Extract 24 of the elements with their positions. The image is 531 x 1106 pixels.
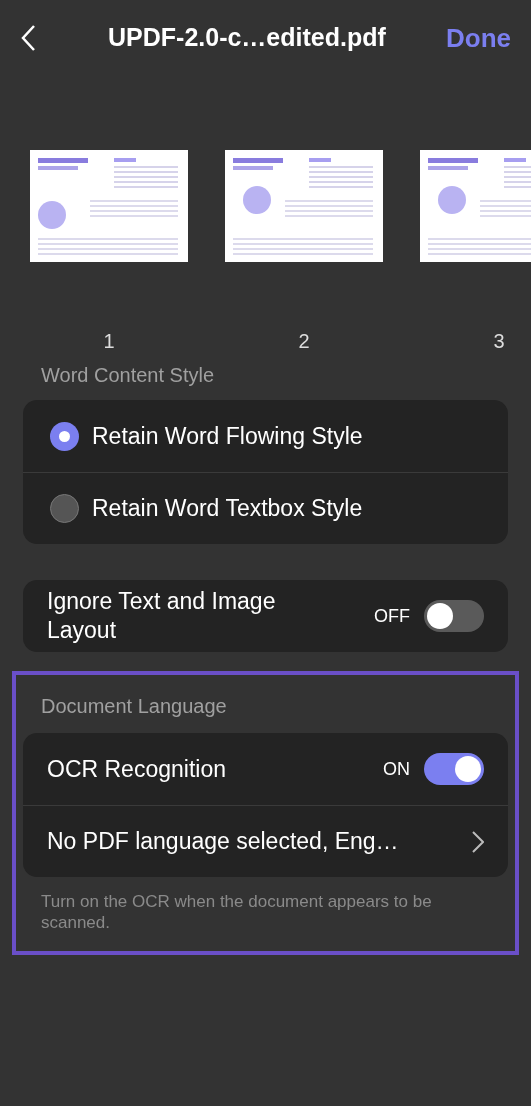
page-number: 2 xyxy=(298,329,310,350)
radio-button[interactable] xyxy=(50,494,79,523)
toggle-state: ON xyxy=(383,757,410,781)
document-title: UPDF-2.0-c…edited.pdf xyxy=(108,22,386,54)
style-option[interactable]: Retain Word Textbox Style xyxy=(23,472,508,544)
section-label: Word Content Style xyxy=(41,363,216,388)
chevron-right-icon xyxy=(472,830,484,853)
style-option[interactable]: Retain Word Flowing Style xyxy=(23,400,508,472)
ocr-label: OCR Recognition xyxy=(47,754,226,784)
page-thumbnail-drawing[interactable] xyxy=(420,150,531,262)
toggle-label: Ignore Text and Image Layout xyxy=(47,587,277,645)
toggle-switch[interactable] xyxy=(424,600,484,632)
page-number: 3 xyxy=(493,329,505,350)
radio-button[interactable] xyxy=(50,421,79,451)
page-thumbnail-drawing[interactable] xyxy=(30,150,188,262)
page-number: 1 xyxy=(103,329,115,350)
page-thumbnail-drawing[interactable] xyxy=(225,150,383,262)
section-label: Document Language xyxy=(41,694,228,719)
done-button[interactable]: Done xyxy=(446,18,511,58)
toggle-state: OFF xyxy=(374,604,410,628)
back-icon[interactable] xyxy=(20,24,36,52)
ocr-hint: Turn on the OCR when the document appears to be scanned. xyxy=(41,891,433,933)
language-selector[interactable]: No PDF language selected, Eng… xyxy=(23,805,508,877)
toggle-switch[interactable] xyxy=(424,753,484,785)
